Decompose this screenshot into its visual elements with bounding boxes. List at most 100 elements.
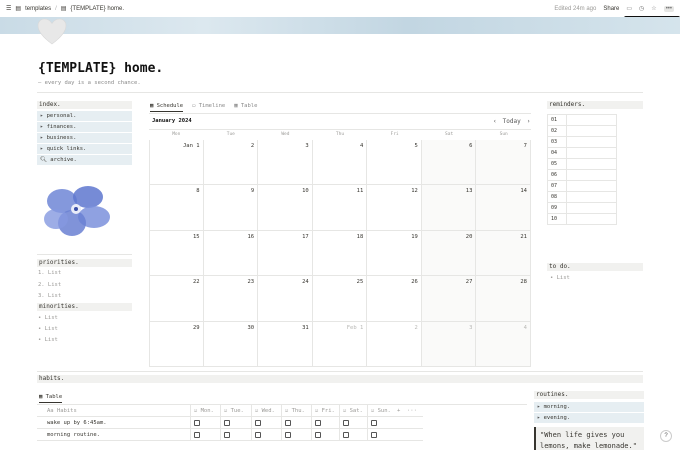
calendar-day-cell[interactable]: 23 xyxy=(203,276,259,322)
priority-item[interactable]: 2. List xyxy=(35,280,130,290)
calendar-day-cell[interactable]: 2 xyxy=(367,321,422,367)
reminder-row[interactable]: 03 xyxy=(547,137,617,148)
calendar-day-cell[interactable]: 17 xyxy=(258,230,313,277)
todo-item[interactable]: List xyxy=(547,273,637,283)
calendar-day-cell[interactable]: 25 xyxy=(312,276,368,322)
routine-item-morning[interactable]: morning. xyxy=(534,402,644,412)
reminder-row[interactable]: 07 xyxy=(547,181,617,192)
habit-day-header[interactable]: ☑ Tue. xyxy=(220,405,250,417)
habit-day-header[interactable]: ☑ Sat. xyxy=(339,405,369,417)
minority-item[interactable]: List xyxy=(35,313,130,323)
history-icon[interactable]: ◷ xyxy=(639,5,644,12)
tab-table[interactable]: ▦ Table xyxy=(234,103,257,112)
comment-icon[interactable]: ▭ xyxy=(626,5,632,12)
minority-item[interactable]: List xyxy=(35,335,130,345)
routine-item-evening[interactable]: evening. xyxy=(534,413,644,423)
calendar-day-cell[interactable]: 5 xyxy=(367,140,422,186)
help-button[interactable]: ? xyxy=(660,430,672,442)
calendar-day-cell[interactable]: Jan 1 xyxy=(149,140,204,186)
reminder-row[interactable]: 08 xyxy=(547,192,617,203)
habit-day-header[interactable]: ☑ Sun. xyxy=(367,405,397,417)
calendar-day-cell[interactable]: 14 xyxy=(476,185,531,231)
habit-checkbox[interactable] xyxy=(315,419,321,426)
reminder-row[interactable]: 06 xyxy=(547,170,617,181)
tab-timeline[interactable]: ▭ Timeline xyxy=(192,103,225,112)
calendar-day-cell[interactable]: 7 xyxy=(476,140,531,186)
reminder-row[interactable]: 01 xyxy=(547,115,617,126)
index-item-finances[interactable]: finances. xyxy=(37,122,132,132)
reminder-row[interactable]: 09 xyxy=(547,203,617,214)
habit-name[interactable]: wake up by 6:45am. xyxy=(47,417,107,429)
calendar-day-cell[interactable]: 27 xyxy=(421,276,477,322)
priority-item[interactable]: 3. List xyxy=(35,291,130,301)
prev-month-button[interactable]: ‹ xyxy=(493,118,497,125)
calendar-day-cell[interactable]: 24 xyxy=(258,276,313,322)
calendar-day-cell[interactable]: 8 xyxy=(149,185,204,231)
calendar-day-cell[interactable]: Feb 1 xyxy=(312,321,368,367)
habit-checkbox[interactable] xyxy=(343,419,349,426)
habit-checkbox[interactable] xyxy=(255,431,261,438)
calendar-day-cell[interactable]: 4 xyxy=(476,321,531,367)
breadcrumb-templates[interactable]: templates xyxy=(25,6,51,12)
star-icon[interactable]: ☆ xyxy=(651,5,656,12)
habit-checkbox[interactable] xyxy=(285,431,291,438)
calendar-day-cell[interactable]: 4 xyxy=(312,140,368,186)
habit-checkbox[interactable] xyxy=(224,431,230,438)
habit-checkbox[interactable] xyxy=(224,419,230,426)
index-item-personal[interactable]: personal. xyxy=(37,111,132,121)
habit-checkbox[interactable] xyxy=(371,419,377,426)
calendar-day-cell[interactable]: 18 xyxy=(312,230,368,277)
next-month-button[interactable]: › xyxy=(527,118,531,125)
habits-view-tab[interactable]: ▦ Table xyxy=(39,394,63,403)
minority-item[interactable]: List xyxy=(35,324,130,334)
calendar-day-cell[interactable]: 20 xyxy=(421,230,477,277)
calendar-day-cell[interactable]: 26 xyxy=(367,276,422,322)
calendar-day-cell[interactable]: 28 xyxy=(476,276,531,322)
habit-checkbox[interactable] xyxy=(194,419,200,426)
heart-icon[interactable] xyxy=(37,17,67,47)
calendar-day-cell[interactable]: 15 xyxy=(149,230,204,277)
habit-checkbox[interactable] xyxy=(285,419,291,426)
habit-day-header[interactable]: ☑ Mon. xyxy=(190,405,220,417)
breadcrumb-current[interactable]: {TEMPLATE} home. xyxy=(70,6,124,12)
habit-checkbox[interactable] xyxy=(371,431,377,438)
add-property-icon[interactable]: + xyxy=(397,405,400,417)
calendar-day-cell[interactable]: 3 xyxy=(258,140,313,186)
habit-checkbox[interactable] xyxy=(343,431,349,438)
habit-checkbox[interactable] xyxy=(315,431,321,438)
calendar-day-cell[interactable]: 16 xyxy=(203,230,259,277)
quote-block[interactable]: "When life gives you lemons, make lemona… xyxy=(534,427,644,450)
cover-image[interactable] xyxy=(0,17,680,34)
calendar-day-cell[interactable]: 9 xyxy=(203,185,259,231)
calendar-day-cell[interactable]: 3 xyxy=(421,321,477,367)
habit-name[interactable]: morning routine. xyxy=(47,429,100,441)
calendar-day-cell[interactable]: 2 xyxy=(203,140,259,186)
priority-item[interactable]: 1. List xyxy=(35,268,130,278)
more-icon[interactable]: ••• xyxy=(663,5,674,12)
calendar-day-cell[interactable]: 31 xyxy=(258,321,313,367)
tab-schedule[interactable]: ▦ Schedule xyxy=(150,103,184,112)
page-title[interactable]: {TEMPLATE} home. xyxy=(38,61,163,76)
habit-checkbox[interactable] xyxy=(255,419,261,426)
calendar-day-cell[interactable]: 10 xyxy=(258,185,313,231)
reminder-row[interactable]: 02 xyxy=(547,126,617,137)
calendar-day-cell[interactable]: 29 xyxy=(149,321,204,367)
habit-day-header[interactable]: ☑ Thu. xyxy=(281,405,311,417)
calendar-day-cell[interactable]: 12 xyxy=(367,185,422,231)
calendar-day-cell[interactable]: 22 xyxy=(149,276,204,322)
reminder-row[interactable]: 10 xyxy=(547,214,617,225)
calendar-day-cell[interactable]: 6+ xyxy=(421,140,487,186)
share-button[interactable]: Share xyxy=(603,6,619,12)
reminder-row[interactable]: 05 xyxy=(547,159,617,170)
index-item-archive[interactable]: 🔍︎ archive. xyxy=(37,155,132,165)
index-item-business[interactable]: business. xyxy=(37,133,132,143)
reminder-row[interactable]: 04 xyxy=(547,148,617,159)
more-icon[interactable]: ··· xyxy=(407,405,417,417)
calendar-day-cell[interactable]: 11 xyxy=(312,185,368,231)
today-button[interactable]: Today xyxy=(503,118,521,125)
habit-day-header[interactable]: ☑ Wed. xyxy=(251,405,281,417)
menu-icon[interactable]: ☰ xyxy=(6,5,11,12)
index-item-quick-links[interactable]: quick links. xyxy=(37,144,132,154)
calendar-day-cell[interactable]: 21 xyxy=(476,230,531,277)
habit-day-header[interactable]: ☑ Fri. xyxy=(311,405,341,417)
